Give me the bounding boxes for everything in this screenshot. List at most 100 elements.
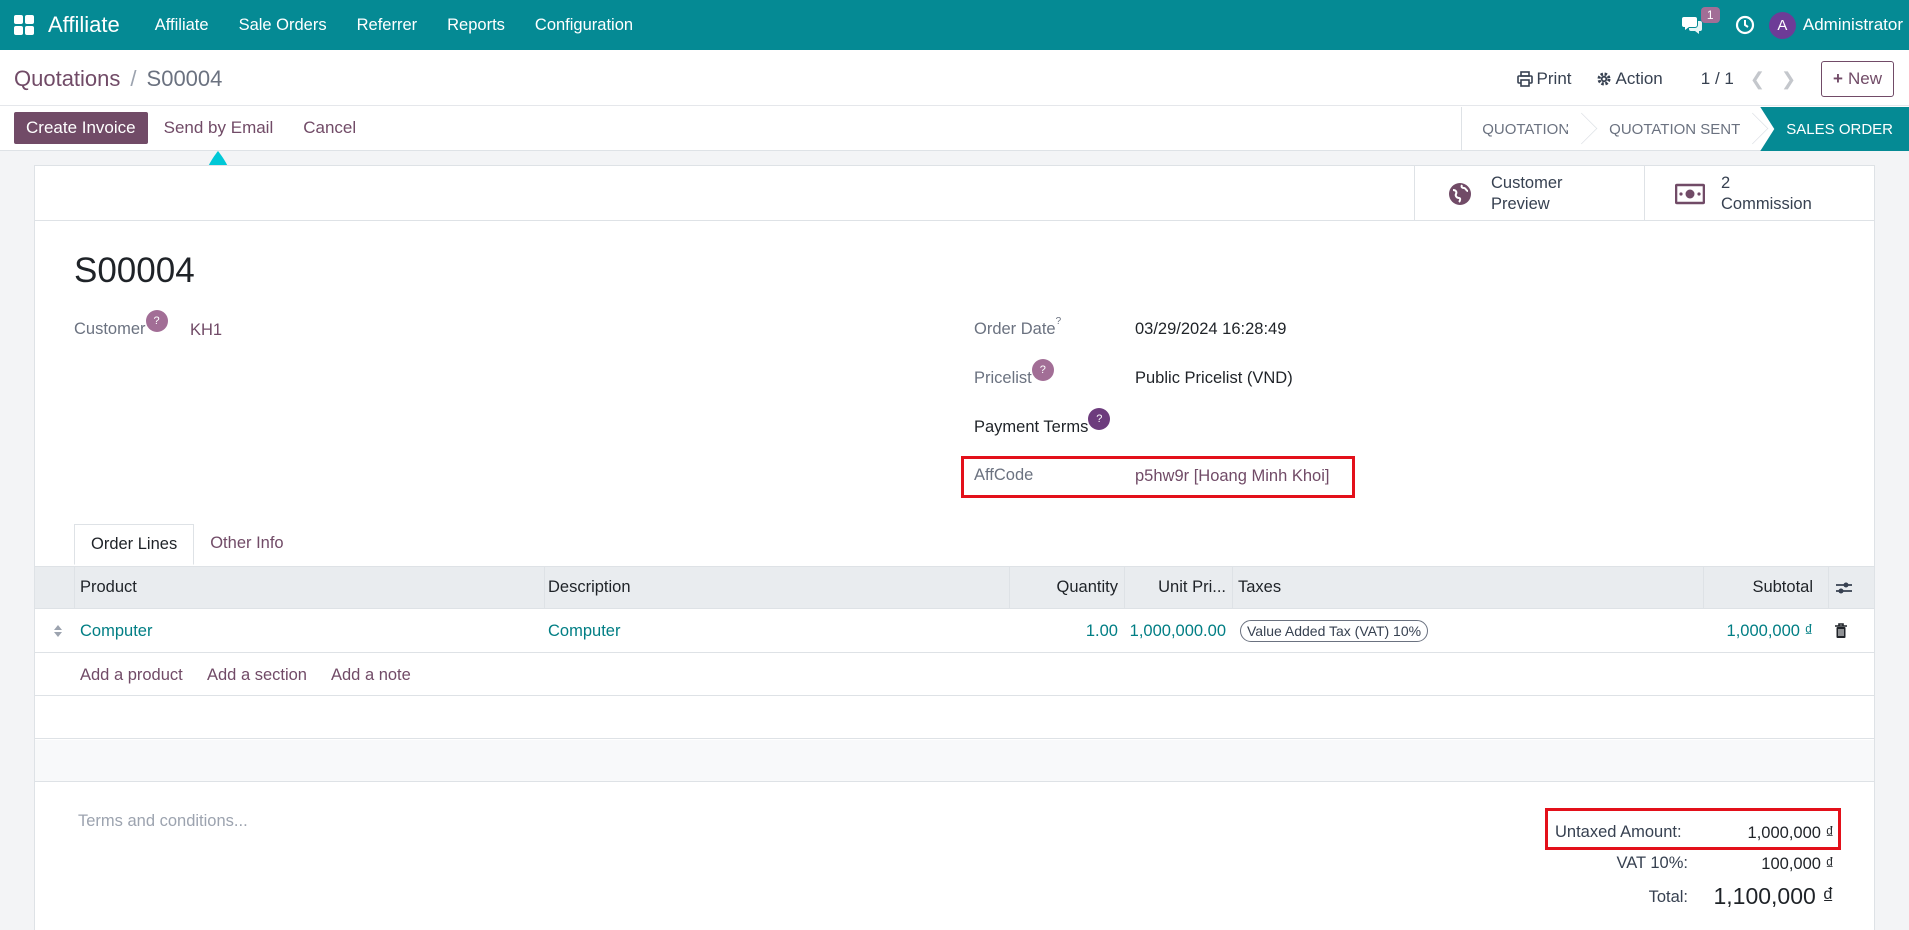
divider [1232, 567, 1233, 608]
menu-referrer[interactable]: Referrer [342, 16, 433, 35]
menu-sale-orders[interactable]: Sale Orders [224, 16, 342, 35]
form-sheet: Customer Preview 2 Commission S00004 Cus… [34, 165, 1875, 930]
avatar[interactable]: A [1768, 11, 1796, 39]
customer-preview-line1: Customer [1491, 173, 1563, 192]
menu-reports[interactable]: Reports [432, 16, 520, 35]
pager-previous-icon[interactable]: ❮ [1750, 69, 1765, 90]
affcode-label: AffCode [974, 466, 1034, 484]
tab-order-lines[interactable]: Order Lines [74, 524, 195, 565]
action-button[interactable]: Action [1596, 69, 1663, 89]
sliders-icon [1836, 582, 1852, 593]
print-label: Print [1536, 69, 1572, 88]
customer-field[interactable]: KH1 [190, 321, 222, 340]
plus-icon: + [1833, 69, 1843, 88]
description-cell[interactable]: Computer [548, 609, 620, 653]
pricelist-field[interactable]: Public Pricelist (VND) [1135, 369, 1293, 388]
menu-affiliate[interactable]: Affiliate [140, 16, 224, 35]
stage-quotation-sent[interactable]: QUOTATION SENT [1589, 107, 1760, 151]
untaxed-amount-label: Untaxed Amount: [1555, 823, 1682, 841]
divider [1828, 567, 1829, 608]
help-icon[interactable]: ? [1088, 408, 1111, 430]
printer-icon [1516, 71, 1533, 87]
tax-tag[interactable]: Value Added Tax (VAT) 10% [1240, 620, 1429, 642]
cancel-button[interactable]: Cancel [303, 118, 356, 138]
user-menu[interactable]: Administrator [1803, 15, 1903, 35]
column-taxes[interactable]: Taxes [1238, 567, 1281, 608]
add-product-link[interactable]: Add a product [80, 654, 183, 696]
empty-row [35, 740, 1874, 782]
pager-value[interactable]: 1 / 1 [1701, 69, 1734, 89]
send-by-email-button[interactable]: Send by Email [164, 118, 274, 138]
order-name: S00004 [74, 251, 195, 290]
add-line-row: Add a product Add a section Add a note [35, 654, 1874, 696]
commission-count: 2 [1721, 173, 1731, 192]
breadcrumb-quotations[interactable]: Quotations [14, 66, 120, 92]
apps-grid-icon[interactable] [14, 15, 34, 35]
column-description[interactable]: Description [548, 567, 631, 608]
pricelist-label: Pricelist? [974, 359, 1054, 391]
total-label: Total: [1648, 888, 1688, 906]
print-button[interactable]: Print [1516, 69, 1572, 89]
column-product[interactable]: Product [80, 567, 137, 608]
tab-other-info[interactable]: Other Info [194, 524, 299, 565]
breadcrumb: Quotations / S00004 [14, 66, 222, 92]
action-label: Action [1615, 69, 1663, 88]
vat-value: 100,000 ₫ [1761, 855, 1834, 873]
untaxed-amount-value: 1,000,000 ₫ [1747, 824, 1834, 842]
order-date-field[interactable]: 03/29/2024 16:28:49 [1135, 320, 1286, 339]
terms-and-conditions-field[interactable]: Terms and conditions... [78, 812, 248, 831]
create-invoice-button[interactable]: Create Invoice [14, 112, 148, 144]
clock-icon [1735, 15, 1754, 35]
stage-quotation[interactable]: QUOTATION [1462, 107, 1589, 151]
order-date-label: Order Date? [974, 316, 1062, 338]
money-icon [1675, 183, 1705, 204]
message-count-badge: 1 [1700, 7, 1720, 23]
new-button[interactable]: + New [1821, 61, 1894, 97]
breadcrumb-current: S00004 [146, 66, 223, 91]
pager-next-icon[interactable]: ❯ [1781, 69, 1796, 90]
product-cell[interactable]: Computer [80, 609, 152, 653]
optional-columns-toggle[interactable] [1835, 567, 1853, 608]
divider [0, 105, 1909, 106]
customer-preview-line2: Preview [1491, 194, 1550, 213]
help-icon[interactable]: ? [1031, 359, 1054, 381]
add-note-link[interactable]: Add a note [331, 654, 411, 696]
payment-terms-label: Payment Terms? [974, 408, 1111, 440]
menu-configuration[interactable]: Configuration [520, 16, 648, 35]
help-superscript[interactable]: ? [1056, 316, 1062, 327]
empty-row [35, 697, 1874, 739]
action-buttons: Create Invoice Send by Email Cancel [14, 112, 356, 144]
status-bar: QUOTATION QUOTATION SENT SALES ORDER [1461, 107, 1909, 151]
app-name[interactable]: Affiliate [48, 12, 120, 38]
commission-label: Commission [1721, 194, 1812, 213]
customer-preview-button[interactable]: Customer Preview [1414, 166, 1644, 221]
subtotal-cell: 1,000,000 ₫ [1726, 621, 1813, 640]
messages-button[interactable]: 1 [1677, 7, 1720, 40]
unit-price-cell[interactable]: 1,000,000.00 [1124, 609, 1226, 653]
customer-label: Customer? [74, 310, 168, 342]
globe-icon [1449, 182, 1471, 205]
divider [74, 567, 75, 608]
top-navbar: Affiliate Affiliate Sale Orders Referrer… [0, 0, 1909, 50]
help-icon[interactable]: ? [145, 310, 168, 332]
activities-button[interactable] [1733, 13, 1757, 37]
table-row[interactable]: Computer Computer 1.00 1,000,000.00 Valu… [35, 609, 1874, 653]
column-unit-price[interactable]: Unit Pri... [1124, 567, 1226, 608]
breadcrumb-separator: / [130, 66, 137, 91]
column-subtotal[interactable]: Subtotal [1703, 567, 1813, 608]
total-value: 1,100,000 ₫ [1713, 883, 1834, 909]
control-panel: Quotations / S00004 Print Action 1 / 1 ❮… [0, 50, 1909, 151]
new-label: New [1847, 69, 1882, 88]
add-section-link[interactable]: Add a section [207, 654, 307, 696]
trash-icon[interactable] [1834, 609, 1848, 653]
taxes-cell[interactable]: Value Added Tax (VAT) 10% [1240, 609, 1429, 653]
divider [35, 220, 1874, 221]
column-quantity[interactable]: Quantity [1009, 567, 1118, 608]
chat-icon [1681, 17, 1702, 34]
affcode-field[interactable]: p5hw9r [Hoang Minh Khoi] [1135, 467, 1329, 486]
drag-handle-icon[interactable] [53, 609, 63, 653]
divider [544, 567, 545, 608]
stage-sales-order[interactable]: SALES ORDER [1760, 107, 1909, 151]
commission-button[interactable]: 2 Commission [1644, 166, 1874, 221]
quantity-cell[interactable]: 1.00 [1009, 609, 1118, 653]
